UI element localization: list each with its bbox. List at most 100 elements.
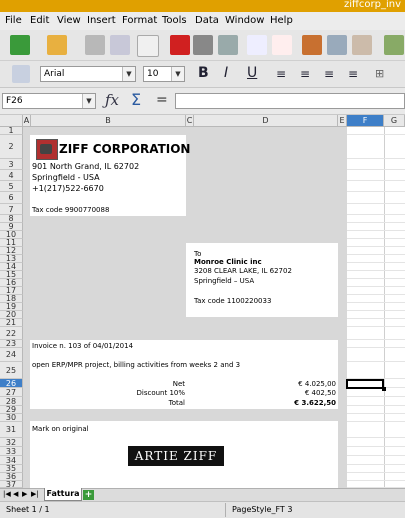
grid-line [347, 421, 405, 422]
menu-file[interactable]: File [5, 15, 22, 26]
fill-handle[interactable] [382, 387, 386, 391]
net-value: € 4.025,00 [298, 380, 336, 388]
grid-line [347, 347, 405, 348]
ziff-logo [36, 139, 58, 160]
grid-line [347, 446, 405, 447]
page-style: PageStyle_FT 3 [232, 505, 293, 514]
logo-symbol [40, 144, 52, 154]
row-header[interactable]: 31 [0, 422, 23, 438]
spellcheck-icon[interactable] [247, 35, 267, 55]
open-folder-icon[interactable] [47, 35, 67, 55]
column-header-f[interactable]: F [347, 115, 384, 127]
grid-line [347, 214, 405, 215]
company-address-1: 901 North Grand, IL 62702 [32, 162, 140, 171]
function-wizard-icon[interactable]: ƒx [105, 91, 119, 109]
grid-line [347, 480, 405, 481]
sheet-tabs-bar: |◀ ◀ ▶ ▶| Fattura + [0, 488, 405, 502]
row-header[interactable]: 3 [0, 159, 23, 170]
chevron-down-icon[interactable]: ▼ [82, 94, 95, 108]
column-header-e[interactable]: E [338, 115, 347, 127]
row-header[interactable]: 24 [0, 348, 23, 362]
next-sheet-icon[interactable]: ▶ [22, 490, 27, 498]
formula-icon[interactable]: = [156, 92, 168, 108]
save-icon[interactable] [85, 35, 105, 55]
justify-icon[interactable]: ≡ [348, 67, 358, 81]
row-header[interactable]: 5 [0, 181, 23, 192]
clone-formatting-icon[interactable] [384, 35, 404, 55]
window-title: ziffcorp_inv [343, 0, 401, 10]
row-header[interactable]: 30 [0, 414, 23, 422]
menu-format[interactable]: Format [122, 15, 157, 26]
row-header[interactable]: 21 [0, 319, 23, 327]
row-header[interactable]: 37 [0, 481, 23, 488]
add-sheet-icon[interactable]: + [83, 490, 94, 500]
row-header-active[interactable]: 26 [0, 379, 23, 388]
row-header[interactable]: 4 [0, 170, 23, 181]
font-size-combo[interactable]: 10 ▼ [143, 66, 185, 82]
name-box[interactable]: F26 ▼ [2, 93, 96, 109]
menu-edit[interactable]: Edit [30, 15, 49, 26]
underline-icon[interactable]: U [247, 65, 257, 81]
edit-file-icon[interactable] [137, 35, 159, 57]
title-bar: ziffcorp_inv [0, 0, 405, 12]
sheet-tab-fattura[interactable]: Fattura [44, 488, 82, 501]
print-preview-icon[interactable] [218, 35, 238, 55]
active-cell-cursor[interactable] [346, 379, 384, 389]
column-header-d[interactable]: D [194, 115, 338, 127]
row-header[interactable]: 33 [0, 447, 23, 456]
italic-icon[interactable]: I [224, 65, 228, 81]
prev-sheet-icon[interactable]: ◀ [13, 490, 18, 498]
spreadsheet-grid[interactable]: A B C D E F G 1 2 3 4 5 6 7 8 9 10 11 12… [0, 115, 405, 488]
status-divider [225, 503, 226, 517]
menu-insert[interactable]: Insert [87, 15, 116, 26]
last-sheet-icon[interactable]: ▶| [31, 490, 39, 498]
menu-window[interactable]: Window [225, 15, 264, 26]
menu-tools[interactable]: Tools [162, 15, 187, 26]
formula-bar: F26 ▼ ƒx Σ = [0, 88, 405, 115]
print-icon[interactable] [193, 35, 213, 55]
grid-line [347, 246, 405, 247]
column-header-b[interactable]: B [31, 115, 186, 127]
grid-line [347, 326, 405, 327]
new-document-icon[interactable] [10, 35, 30, 55]
row-header[interactable]: 32 [0, 438, 23, 447]
column-header-c[interactable]: C [186, 115, 194, 127]
merge-cells-icon[interactable]: ⊞ [375, 67, 384, 80]
email-icon[interactable] [110, 35, 130, 55]
grid-line [347, 464, 405, 465]
row-header[interactable]: 6 [0, 192, 23, 204]
export-pdf-icon[interactable] [170, 35, 190, 55]
column-header-g[interactable]: G [384, 115, 405, 127]
paste-icon[interactable] [352, 35, 372, 55]
column-header-a[interactable]: A [23, 115, 31, 127]
align-center-icon[interactable]: ≡ [300, 67, 310, 81]
chevron-down-icon[interactable]: ▼ [171, 67, 184, 81]
align-left-icon[interactable]: ≡ [276, 67, 286, 81]
first-sheet-icon[interactable]: |◀ [3, 490, 11, 498]
bold-icon[interactable]: B [198, 65, 209, 81]
formula-input[interactable] [175, 93, 405, 109]
styles-icon[interactable] [12, 65, 30, 83]
row-header[interactable]: 2 [0, 135, 23, 159]
autospellcheck-icon[interactable] [272, 35, 292, 55]
row-header[interactable]: 23 [0, 340, 23, 348]
align-right-icon[interactable]: ≡ [324, 67, 334, 81]
grid-line [347, 180, 405, 181]
chevron-down-icon[interactable]: ▼ [122, 67, 135, 81]
row-header[interactable]: 27 [0, 388, 23, 397]
grid-line [347, 222, 405, 223]
discount-value: € 402,50 [304, 389, 336, 397]
company-phone: +1(217)522-6670 [32, 184, 104, 193]
row-header[interactable]: 25 [0, 362, 23, 379]
sum-icon[interactable]: Σ [131, 90, 141, 109]
signature-stamp: ARTIE ZIFF [128, 446, 224, 466]
font-name-combo[interactable]: Arial ▼ [40, 66, 136, 82]
menu-view[interactable]: View [57, 15, 81, 26]
copy-icon[interactable] [327, 35, 347, 55]
menu-help[interactable]: Help [270, 15, 293, 26]
column-divider [384, 127, 385, 488]
row-header[interactable]: 1 [0, 127, 23, 135]
grid-line [347, 230, 405, 231]
cut-icon[interactable] [302, 35, 322, 55]
menu-data[interactable]: Data [195, 15, 219, 26]
